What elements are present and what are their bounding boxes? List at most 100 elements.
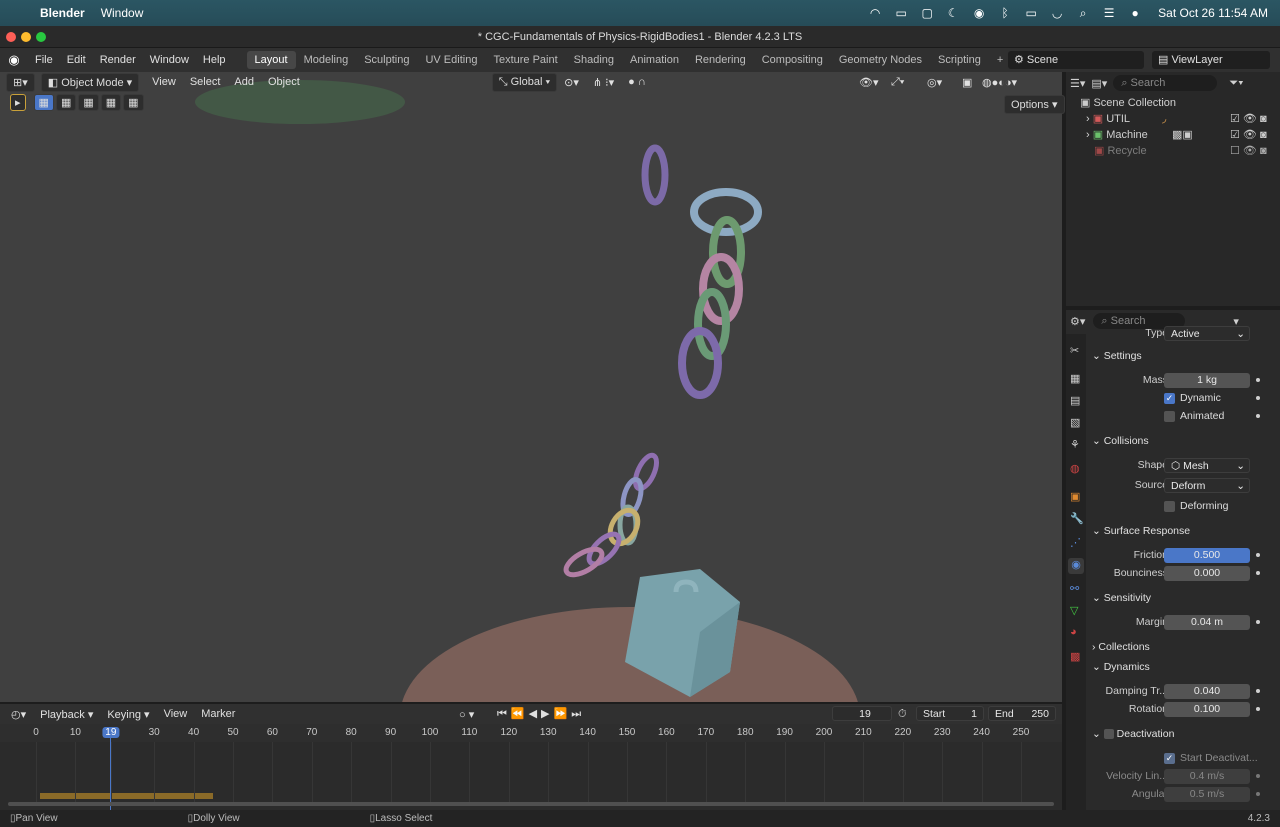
keyframe-dot[interactable] [1256, 707, 1260, 711]
menubar-clock[interactable]: Sat Oct 26 11:54 AM [1158, 6, 1268, 20]
angular-field[interactable]: 0.5 m/s [1164, 786, 1250, 802]
3d-viewport[interactable] [0, 72, 1062, 702]
tab-compositing[interactable]: Compositing [754, 51, 831, 69]
particles-tab-icon[interactable]: ⋰ [1070, 536, 1081, 549]
battery-icon[interactable]: ▭ [1018, 6, 1044, 20]
timeline-menu-marker[interactable]: Marker [194, 708, 242, 720]
play-circle-icon[interactable]: ◉ [966, 6, 992, 20]
timeline-menu-playback[interactable]: Playback ▾ [33, 708, 100, 721]
editor-type-button[interactable]: ⊞▾ [6, 72, 35, 92]
filter-icon[interactable]: ⏷▾ [1229, 77, 1243, 90]
clock-icon[interactable]: ⏱ [898, 708, 907, 721]
viewport-menu-object[interactable]: Object [261, 76, 307, 88]
control-center-icon[interactable]: ☰ [1096, 6, 1122, 20]
settings-section-header[interactable]: ⌄ Settings [1092, 350, 1142, 362]
timeline-scrollbar[interactable] [8, 802, 1054, 806]
tab-modeling[interactable]: Modeling [296, 51, 357, 69]
menu-edit[interactable]: Edit [60, 54, 93, 66]
mode-selector[interactable]: ◧ Object Mode ▾ [40, 72, 140, 92]
select-intersect-icon[interactable]: ▦ [123, 94, 144, 111]
timeline-menu-view[interactable]: View [157, 708, 195, 720]
shading-modes-icon[interactable]: ◍●◐◑▾ [975, 76, 1024, 89]
surface-response-section-header[interactable]: ⌄ Surface Response [1092, 525, 1190, 537]
material-tab-icon[interactable]: ◕ [1070, 626, 1077, 638]
animated-checkbox[interactable] [1164, 410, 1175, 422]
dynamics-section-header[interactable]: ⌄ Dynamics [1092, 661, 1150, 673]
select-extend-icon[interactable]: ▦ [55, 94, 77, 111]
wifi-icon[interactable]: ◡ [1044, 6, 1070, 20]
scene-collection-row[interactable]: ▣ Scene Collection [1080, 96, 1176, 109]
tab-rendering[interactable]: Rendering [687, 51, 754, 69]
deactivation-checkbox[interactable] [1103, 729, 1114, 740]
tab-geometry-nodes[interactable]: Geometry Nodes [831, 51, 930, 69]
gizmo-icon[interactable]: ⤢▾ [884, 76, 911, 89]
select-invert-icon[interactable]: ▦ [100, 94, 122, 111]
timeline[interactable]: 0 10 19 30 40 50 60 70 80 90 100 110 120 130 140 150 160… [0, 724, 1062, 810]
mass-field[interactable]: 1 kg [1164, 372, 1250, 388]
tab-shading[interactable]: Shading [566, 51, 622, 69]
minimize-window-button[interactable] [21, 32, 31, 42]
data-tab-icon[interactable]: ▽ [1070, 604, 1078, 617]
outliner-item-util[interactable]: › ▣ UTIL ◞ ☑ 👁 ◙ [1086, 112, 1276, 125]
view-layer-selector[interactable]: ▤ ViewLayer [1152, 51, 1270, 69]
menu-window[interactable]: Window [101, 6, 144, 20]
playback-controls[interactable]: ⏮⏪◀▶⏩⏭ [490, 707, 592, 721]
keyframe-dot[interactable] [1256, 792, 1260, 796]
tab-sculpting[interactable]: Sculpting [356, 51, 417, 69]
keyframe-dot[interactable] [1256, 689, 1260, 693]
margin-field[interactable]: 0.04 m [1164, 614, 1250, 630]
viewport-menu-add[interactable]: Add [227, 76, 261, 88]
wifi-wave-icon[interactable]: ◠ [862, 6, 888, 20]
properties-editor-icon[interactable]: ⚙▾ [1070, 315, 1085, 328]
deforming-checkbox[interactable] [1164, 500, 1175, 512]
overlay-icon[interactable]: ◎▾ [920, 76, 949, 89]
app-menu-blender[interactable]: Blender [40, 6, 85, 20]
moon-icon[interactable]: ☾ [940, 6, 966, 20]
collections-section-header[interactable]: › Collections [1092, 641, 1150, 653]
shape-dropdown[interactable]: ⬡ Mesh ⌄ [1164, 457, 1250, 473]
zoom-window-button[interactable] [36, 32, 46, 42]
auto-keying-icon[interactable]: ○ ▾ [452, 708, 481, 721]
tab-texture-paint[interactable]: Texture Paint [485, 51, 565, 69]
screen-mirror-icon[interactable]: ▭ [888, 6, 914, 20]
close-window-button[interactable] [6, 32, 16, 42]
bounciness-field[interactable]: 0.000 [1164, 565, 1250, 581]
outliner-editor-icon[interactable]: ☰▾ [1070, 77, 1085, 90]
damping-field[interactable]: 0.040 [1164, 683, 1250, 699]
dynamic-checkbox[interactable]: ✓ [1164, 392, 1175, 404]
constraints-tab-icon[interactable]: ⚯ [1070, 582, 1079, 595]
scene-tab-icon[interactable]: ⚘ [1070, 438, 1080, 451]
tab-uv-editing[interactable]: UV Editing [417, 51, 485, 69]
texture-tab-icon[interactable]: ▩ [1070, 650, 1080, 663]
transform-orientation[interactable]: ⤡ Global ▾ [491, 72, 558, 92]
menu-help[interactable]: Help [196, 54, 233, 66]
keyframe-dot[interactable] [1256, 414, 1260, 418]
rotation-field[interactable]: 0.100 [1164, 701, 1250, 717]
menu-window[interactable]: Window [143, 54, 196, 66]
checkbox-icon[interactable]: ☑ 👁 ◙ [1230, 128, 1267, 141]
keyframe-dot[interactable] [1256, 620, 1260, 624]
view-layer-tab-icon[interactable]: ▧ [1070, 416, 1080, 429]
current-frame-field[interactable]: 19 [832, 706, 892, 721]
keyframe-dot[interactable] [1256, 378, 1260, 382]
outliner-item-recycle[interactable]: ▣ Recycle ☐ 👁 ◙ [1086, 144, 1276, 157]
expand-icon[interactable]: › [1086, 129, 1093, 141]
checkbox-icon[interactable]: ☐ 👁 ◙ [1230, 144, 1267, 157]
menu-file[interactable]: File [28, 54, 60, 66]
friction-field[interactable]: 0.500 [1164, 547, 1250, 563]
select-subtract-icon[interactable]: ▦ [78, 94, 99, 111]
outliner-search-input[interactable]: ⌕ Search [1113, 75, 1218, 91]
blender-logo-icon[interactable]: ◉ [0, 52, 28, 68]
end-frame-field[interactable]: End 250 [988, 706, 1056, 721]
proportional-edit-icon[interactable]: ● ∩ [621, 76, 653, 88]
tab-animation[interactable]: Animation [622, 51, 687, 69]
pivot-icon[interactable]: ⊙▾ [557, 76, 586, 89]
menu-render[interactable]: Render [93, 54, 143, 66]
timeline-menu-keying[interactable]: Keying ▾ [100, 708, 156, 721]
bluetooth-icon[interactable]: ᛒ [992, 6, 1018, 20]
outliner-item-machine[interactable]: › ▣ Machine ▩▣ ☑ 👁 ◙ [1086, 128, 1276, 141]
tab-layout[interactable]: Layout [246, 51, 296, 69]
output-tab-icon[interactable]: ▤ [1070, 394, 1080, 407]
render-tab-icon[interactable]: ▦ [1070, 372, 1080, 385]
tool-tab-icon[interactable]: ✂ [1070, 344, 1079, 357]
